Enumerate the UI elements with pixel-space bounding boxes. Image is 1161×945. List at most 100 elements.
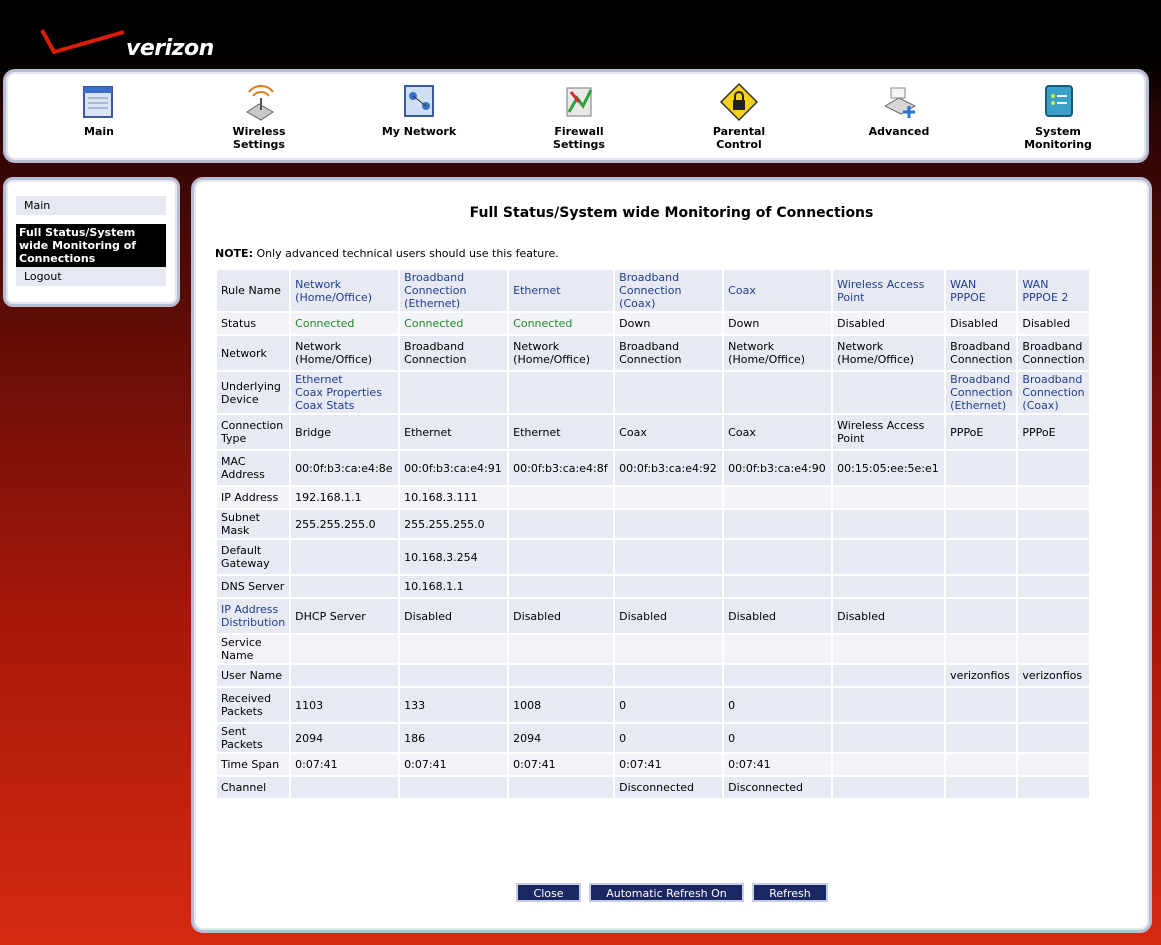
sidebar-item-logout[interactable]: Logout [16,267,166,286]
row-label: Sent Packets [217,724,290,752]
table-cell[interactable]: WAN PPPOE [946,270,1017,311]
nav-system-monitoring[interactable]: System Monitoring [998,82,1118,151]
table-cell: 0 [615,688,723,722]
table-cell: Disabled [615,599,723,633]
table-cell: 00:15:05:ee:5e:e1 [833,451,945,485]
table-cell [946,754,1017,775]
table-cell[interactable]: Broadband Connection (Coax) [615,270,723,311]
table-cell: Network (Home/Office) [509,336,614,370]
note-label: NOTE: [215,247,253,260]
row-label: Status [217,313,290,334]
table-cell[interactable]: Ethernet [509,270,614,311]
nav-label-network: My Network [381,125,457,138]
table-cell: 1103 [291,688,399,722]
table-cell: Ethernet [400,415,508,449]
underlying-device-link[interactable]: Coax Stats [295,399,394,412]
table-cell: Disabled [1018,313,1089,334]
table-cell [833,777,945,798]
table-row: Subnet Mask 255.255.255.0 255.255.255.0 [217,510,1089,538]
table-cell: 00:0f:b3:ca:e4:8e [291,451,399,485]
table-cell: PPPoE [946,415,1017,449]
underlying-device-link[interactable]: Ethernet [295,373,394,386]
verizon-logo: verizon [38,22,228,66]
table-cell: PPPoE [1018,415,1089,449]
table-cell [833,372,945,413]
table-cell: Broadband Connection [615,336,723,370]
table-cell: 0:07:41 [724,754,832,775]
table-cell: Disabled [509,599,614,633]
table-cell: 0:07:41 [400,754,508,775]
table-cell: Network (Home/Office) [833,336,945,370]
nav-wireless-settings[interactable]: Wireless Settings [199,82,319,151]
table-cell: Bridge [291,415,399,449]
table-cell [1018,688,1089,722]
table-cell: 00:0f:b3:ca:e4:92 [615,451,723,485]
table-cell: Coax [615,415,723,449]
nav-my-network[interactable]: My Network [359,82,479,138]
table-cell [946,576,1017,597]
table-cell [509,777,614,798]
table-cell[interactable]: Wireless Access Point [833,270,945,311]
table-cell: 00:0f:b3:ca:e4:91 [400,451,508,485]
table-cell: Network (Home/Office) [291,336,399,370]
row-label[interactable]: IP Address Distribution [217,599,290,633]
table-row: IP Address Distribution DHCP Server Disabl… [217,599,1089,633]
table-cell: Coax [724,415,832,449]
nav-firewall-settings[interactable]: Firewall Settings [519,82,639,151]
nav-label-wireless-1: Wireless [232,125,286,138]
nav-advanced[interactable]: Advanced [839,82,959,138]
table-cell: 0:07:41 [615,754,723,775]
table-cell: 00:0f:b3:ca:e4:90 [724,451,832,485]
refresh-button[interactable]: Refresh [752,883,828,902]
automatic-refresh-button[interactable]: Automatic Refresh On [589,883,744,902]
table-cell [1018,777,1089,798]
table-cell [724,487,832,508]
table-cell: 2094 [291,724,399,752]
sidebar-item-main[interactable]: Main [16,196,166,215]
table-cell [833,487,945,508]
nav-main[interactable]: Main [39,82,159,138]
nav-label-firewall-2: Settings [553,138,605,151]
table-cell [509,487,614,508]
close-button[interactable]: Close [516,883,581,902]
table-cell [291,576,399,597]
nav-label-firewall-1: Firewall [554,125,604,138]
table-row: Time Span 0:07:41 0:07:41 0:07:41 0:07:41 0:0… [217,754,1089,775]
table-cell [400,777,508,798]
sidebar-item-full-status[interactable]: Full Status/System wide Monitoring of Co… [16,224,166,267]
note-text: Only advanced technical users should use… [256,247,559,260]
table-cell: 186 [400,724,508,752]
table-row: Default Gateway 10.168.3.254 [217,540,1089,574]
table-cell[interactable]: Coax [724,270,832,311]
table-cell [946,487,1017,508]
table-row: Channel Disconnected Disconnected [217,777,1089,798]
nav-parental-control[interactable]: Parental Control [679,82,799,151]
table-cell [833,576,945,597]
nav-label-wireless-2: Settings [233,138,285,151]
table-cell [946,777,1017,798]
table-cell[interactable]: Broadband Connection (Ethernet) [400,270,508,311]
table-cell [724,540,832,574]
row-label: Underlying Device [217,372,290,413]
table-cell[interactable]: Network (Home/Office) [291,270,399,311]
table-cell [615,540,723,574]
table-cell[interactable]: Broadband Connection (Coax) [1018,372,1089,413]
table-row: Rule Name Network (Home/Office) Broadband … [217,270,1089,311]
table-cell [833,510,945,538]
table-cell: 10.168.3.254 [400,540,508,574]
table-cell [615,665,723,686]
table-cell [946,688,1017,722]
table-cell [615,487,723,508]
underlying-device-link[interactable]: Coax Properties [295,386,394,399]
wireless-icon [246,85,274,121]
table-cell: 0 [615,724,723,752]
table-cell: Disabled [833,599,945,633]
table-cell: 192.168.1.1 [291,487,399,508]
row-label: Default Gateway [217,540,290,574]
table-cell [1018,599,1089,633]
table-cell[interactable]: WAN PPPOE 2 [1018,270,1089,311]
table-cell [724,576,832,597]
row-label: User Name [217,665,290,686]
table-cell[interactable]: Broadband Connection (Ethernet) [946,372,1017,413]
table-cell [1018,576,1089,597]
